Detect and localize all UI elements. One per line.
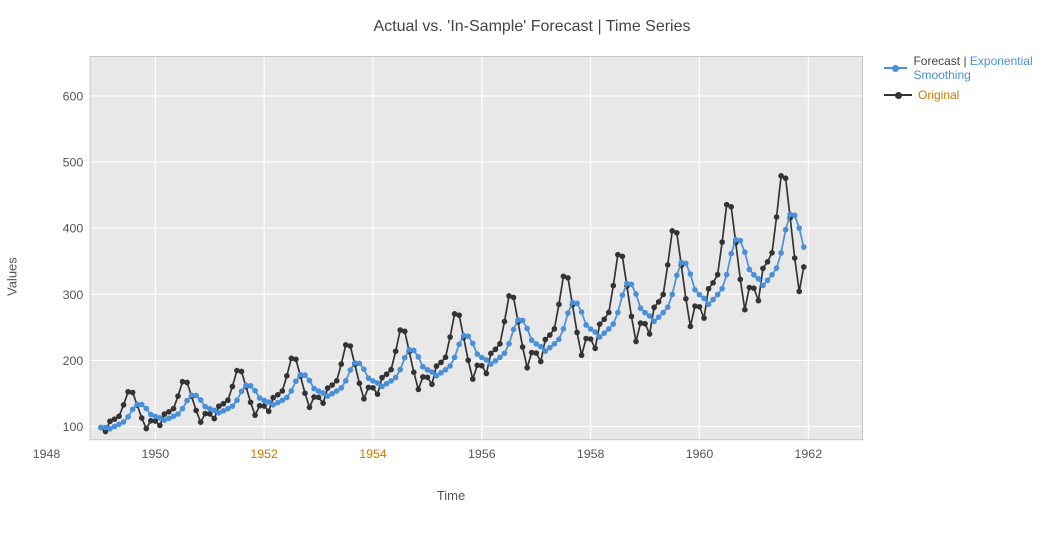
svg-text:300: 300 (63, 288, 84, 302)
svg-text:1948: 1948 (33, 447, 61, 461)
svg-text:400: 400 (63, 222, 84, 236)
svg-text:200: 200 (63, 354, 84, 368)
svg-text:1952: 1952 (250, 447, 278, 461)
svg-text:100: 100 (63, 420, 84, 434)
legend-dot-original (895, 92, 902, 99)
y-axis-label: Values (0, 44, 28, 510)
svg-text:500: 500 (63, 156, 84, 170)
svg-text:1950: 1950 (142, 447, 170, 461)
legend-line-forecast (884, 67, 907, 69)
legend-label-forecast: Forecast | Exponential Smoothing (913, 54, 1064, 82)
svg-text:1956: 1956 (468, 447, 496, 461)
x-axis-label: Time (28, 486, 874, 510)
legend-forecast-prefix: Forecast | (913, 54, 969, 68)
legend-item-forecast: Forecast | Exponential Smoothing (884, 54, 1064, 82)
svg-text:1954: 1954 (359, 447, 387, 461)
legend-area: Forecast | Exponential Smoothing Origina… (874, 44, 1064, 510)
legend-line-original (884, 94, 912, 96)
chart-container: Actual vs. 'In-Sample' Forecast | Time S… (0, 0, 1064, 540)
svg-text:1958: 1958 (577, 447, 605, 461)
svg-text:1960: 1960 (686, 447, 714, 461)
legend-item-original: Original (884, 88, 1064, 102)
legend-label-original: Original (918, 88, 959, 102)
chart-plot-area: 100 200 300 400 500 600 1948 1950 1952 1954 1956 19… (28, 44, 874, 510)
svg-text:1962: 1962 (795, 447, 823, 461)
svg-text:600: 600 (63, 90, 84, 104)
chart-title: Actual vs. 'In-Sample' Forecast | Time S… (373, 18, 690, 36)
chart-svg: 100 200 300 400 500 600 1948 1950 1952 1954 1956 19… (28, 44, 874, 486)
legend-dot-forecast (892, 65, 899, 72)
chart-body: Values 100 200 300 400 500 600 1948 1950 1952 195… (0, 44, 1064, 540)
